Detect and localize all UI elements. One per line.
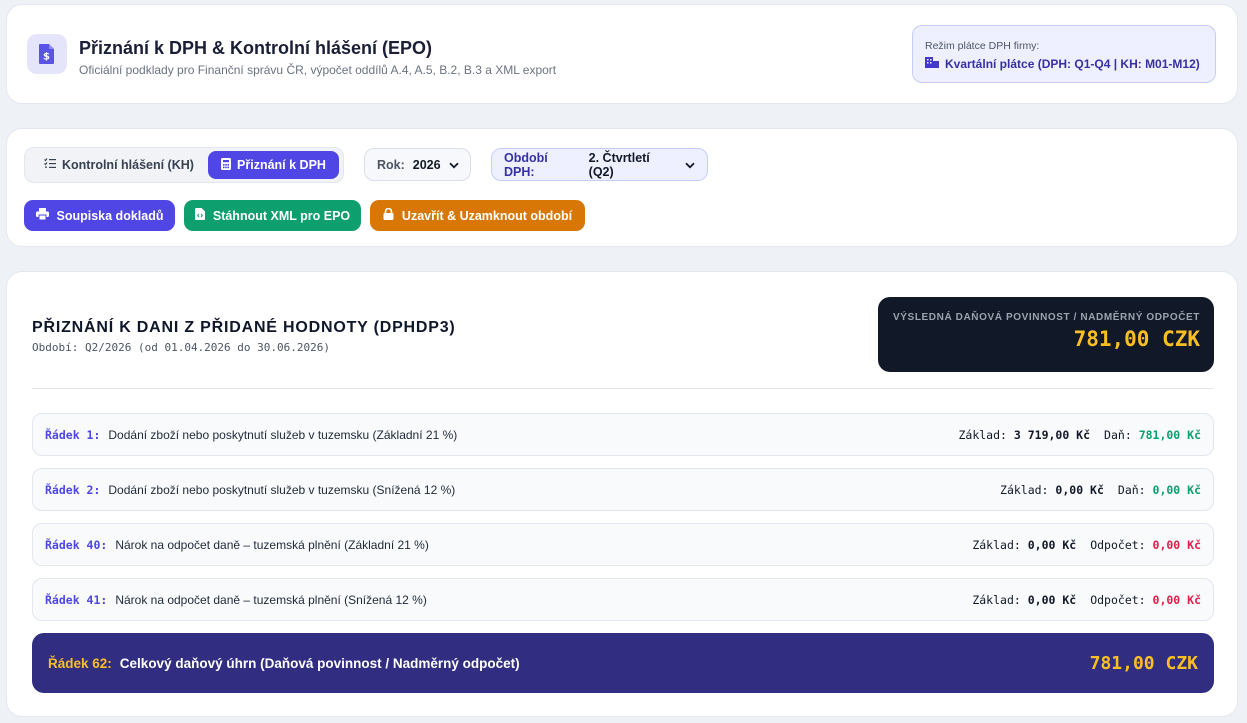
line-description: Dodání zboží nebo poskytnutí služeb v tu… xyxy=(108,482,456,497)
calculator-icon xyxy=(221,157,232,173)
lock-period-label: Uzavřít & Uzamknout období xyxy=(401,208,573,223)
year-label: Rok: xyxy=(377,157,405,172)
tax-label: Daň: xyxy=(1117,482,1146,497)
tax-label: Daň: xyxy=(1104,427,1132,442)
tab-kh-label: Kontrolní hlášení (KH) xyxy=(62,158,194,172)
line-amounts: Základ: 3 719,00 Kč Daň: 781,00 Kč xyxy=(958,428,1201,442)
chevron-down-icon xyxy=(448,158,459,172)
deduction-label: Odpočet: xyxy=(1090,592,1146,607)
report-title: PŘIZNÁNÍ K DANI Z PŘIDANÉ HODNOTY (DPHDP… xyxy=(32,319,456,336)
line-number: Řádek 40: xyxy=(45,537,108,552)
period-label: Období DPH: xyxy=(504,150,548,179)
base-label: Základ: xyxy=(1000,482,1049,497)
line-row: Řádek 2: Dodání zboží nebo poskytnutí sl… xyxy=(32,468,1214,511)
period-value: 2. Čtvrtletí (Q2) xyxy=(588,150,650,179)
report-type-tabs: Kontrolní hlášení (KH) Přiznání k DPH xyxy=(24,147,344,183)
payer-mode-box: Režim plátce DPH firmy: Kvartální plátce… xyxy=(912,25,1216,83)
deduction-value: 0,00 Kč xyxy=(1152,592,1201,607)
tab-kontrolni-hlaseni[interactable]: Kontrolní hlášení (KH) xyxy=(34,151,204,179)
controls-card: Kontrolní hlášení (KH) Přiznání k DPH Ro… xyxy=(6,128,1238,247)
period-select[interactable]: Období DPH: 2. Čtvrtletí (Q2) xyxy=(491,148,708,181)
file-code-icon xyxy=(194,208,205,223)
line-tax: Daň: 0,00 Kč xyxy=(1118,483,1201,497)
deduction-label: Odpočet: xyxy=(1090,537,1146,552)
base-value: 3 719,00 Kč xyxy=(1013,427,1091,442)
line-number: Řádek 41: xyxy=(45,592,108,607)
payer-mode-label: Režim plátce DPH firmy: xyxy=(925,40,1040,52)
line-number: Řádek 1: xyxy=(45,427,101,442)
base-value: 0,00 Kč xyxy=(1027,537,1077,552)
base-label: Základ: xyxy=(972,592,1021,607)
tab-priznani-dph[interactable]: Přiznání k DPH xyxy=(208,151,339,179)
total-value: 781,00 CZK xyxy=(1089,652,1198,674)
document-list-button[interactable]: Soupiska dokladů xyxy=(24,200,175,231)
lock-period-button[interactable]: Uzavřít & Uzamknout období xyxy=(370,200,585,231)
line-base: Základ: 3 719,00 Kč xyxy=(958,428,1090,442)
line-deduction: Odpočet: 0,00 Kč xyxy=(1090,538,1201,552)
download-xml-label: Stáhnout XML pro EPO xyxy=(212,208,351,223)
report-card: PŘIZNÁNÍ K DANI Z PŘIDANÉ HODNOTY (DPHDP… xyxy=(6,271,1238,717)
line-base: Základ: 0,00 Kč xyxy=(972,538,1076,552)
tax-value: 781,00 Kč xyxy=(1138,427,1201,442)
lock-icon xyxy=(383,207,394,223)
base-value: 0,00 Kč xyxy=(1055,482,1104,497)
page-title: Přiznání k DPH & Kontrolní hlášení (EPO) xyxy=(79,38,433,58)
total-line-number: Řádek 62: xyxy=(48,655,112,671)
line-amounts: Základ: 0,00 Kč Odpočet: 0,00 Kč xyxy=(972,593,1201,607)
invoice-icon: $ xyxy=(27,34,67,74)
total-description: Celkový daňový úhrn (Daňová povinnost / … xyxy=(119,655,520,671)
line-base: Základ: 0,00 Kč xyxy=(972,593,1076,607)
payer-mode-text: Kvartální plátce (DPH: Q1-Q4 | KH: M01-M… xyxy=(945,56,1200,71)
line-description: Nárok na odpočet daně – tuzemská plnění … xyxy=(115,537,429,552)
header-card: $ Přiznání k DPH & Kontrolní hlášení (EP… xyxy=(6,4,1238,104)
report-period: Období: Q2/2026 (od 01.04.2026 do 30.06.… xyxy=(32,341,331,354)
result-box: VÝSLEDNÁ DAŇOVÁ POVINNOST / NADMĚRNÝ ODP… xyxy=(878,297,1214,372)
line-amounts: Základ: 0,00 Kč Odpočet: 0,00 Kč xyxy=(972,538,1201,552)
printer-icon xyxy=(35,208,49,223)
divider xyxy=(32,388,1214,389)
line-base: Základ: 0,00 Kč xyxy=(1000,483,1104,497)
payer-mode-value: Kvartální plátce (DPH: Q1-Q4 | KH: M01-M… xyxy=(925,56,1215,71)
tax-value: 0,00 Kč xyxy=(1152,482,1201,497)
checklist-icon xyxy=(44,158,56,172)
line-amounts: Základ: 0,00 Kč Daň: 0,00 Kč xyxy=(1000,483,1201,497)
line-tax: Daň: 781,00 Kč xyxy=(1104,428,1201,442)
deduction-value: 0,00 Kč xyxy=(1152,537,1201,552)
building-icon xyxy=(925,56,939,71)
line-row: Řádek 1: Dodání zboží nebo poskytnutí sl… xyxy=(32,413,1214,456)
tab-dph-label: Přiznání k DPH xyxy=(237,158,326,172)
document-list-label: Soupiska dokladů xyxy=(56,208,164,223)
line-deduction: Odpočet: 0,00 Kč xyxy=(1090,593,1201,607)
base-value: 0,00 Kč xyxy=(1027,592,1077,607)
result-value: 781,00 CZK xyxy=(1073,327,1200,351)
base-label: Základ: xyxy=(958,427,1007,442)
year-value: 2026 xyxy=(412,157,441,172)
chevron-down-icon xyxy=(685,158,695,172)
base-label: Základ: xyxy=(972,537,1021,552)
line-number: Řádek 2: xyxy=(45,482,101,497)
total-row: Řádek 62: Celkový daňový úhrn (Daňová po… xyxy=(32,633,1214,693)
svg-text:$: $ xyxy=(43,52,50,63)
line-description: Dodání zboží nebo poskytnutí služeb v tu… xyxy=(108,427,458,442)
result-label: VÝSLEDNÁ DAŇOVÁ POVINNOST / NADMĚRNÝ ODP… xyxy=(893,312,1200,323)
download-xml-button[interactable]: Stáhnout XML pro EPO xyxy=(184,200,361,231)
line-description: Nárok na odpočet daně – tuzemská plnění … xyxy=(115,592,427,607)
line-row: Řádek 41: Nárok na odpočet daně – tuzems… xyxy=(32,578,1214,621)
year-select[interactable]: Rok: 2026 xyxy=(364,148,471,181)
page-subtitle: Oficiální podklady pro Finanční správu Č… xyxy=(79,63,557,77)
line-row: Řádek 40: Nárok na odpočet daně – tuzems… xyxy=(32,523,1214,566)
